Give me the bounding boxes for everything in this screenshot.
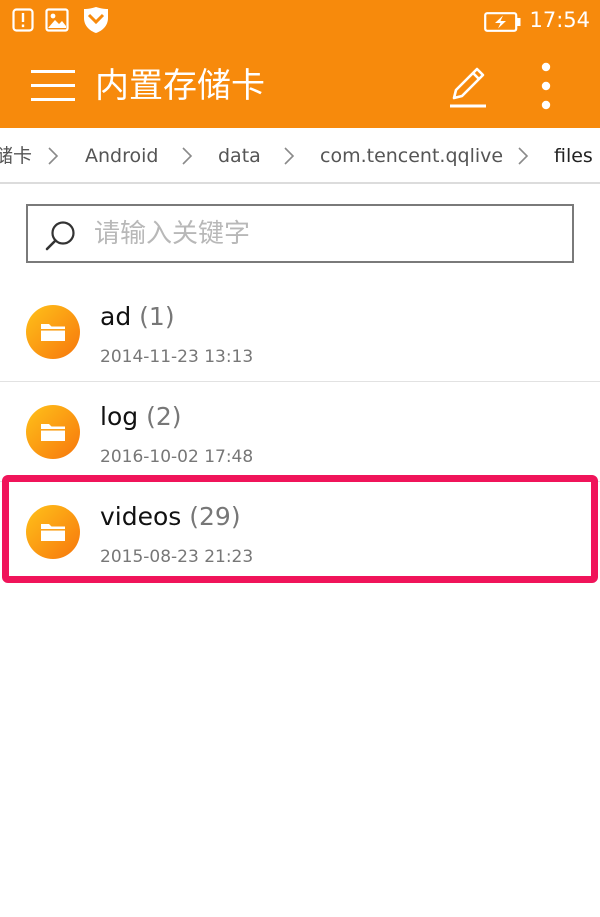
list-item[interactable]: ad (1) 2014-11-23 13:13	[0, 282, 600, 382]
folder-icon	[26, 305, 80, 359]
file-count: (2)	[146, 402, 182, 431]
breadcrumb-item-data[interactable]: data	[218, 144, 261, 168]
chevron-right-icon	[48, 147, 59, 165]
file-date: 2014-11-23 13:13	[100, 347, 254, 367]
chevron-right-icon	[518, 147, 529, 165]
file-count: (29)	[189, 502, 241, 531]
file-name: videos	[100, 502, 182, 531]
breadcrumb-item-package[interactable]: com.tencent.qqlive	[320, 144, 503, 168]
battery-charging-icon	[484, 12, 521, 32]
app-bar: 内置存储卡	[0, 44, 600, 128]
menu-button[interactable]	[24, 64, 80, 108]
menu-icon	[31, 70, 75, 101]
folder-icon	[26, 405, 80, 459]
search-icon	[45, 221, 75, 251]
file-name-row: log (2)	[100, 402, 182, 432]
breadcrumb-item-storage[interactable]: 储卡	[0, 144, 32, 168]
list-item[interactable]: videos (29) 2015-08-23 21:23	[0, 482, 600, 582]
search-input[interactable]	[94, 214, 554, 254]
search-box[interactable]	[26, 204, 574, 263]
status-bar: 17:54	[0, 0, 600, 44]
file-date: 2015-08-23 21:23	[100, 547, 254, 567]
edit-icon	[450, 67, 486, 108]
file-name: log	[100, 402, 139, 431]
image-icon	[45, 8, 69, 32]
breadcrumb-item-files[interactable]: files	[554, 144, 593, 168]
chevron-right-icon	[284, 147, 295, 165]
edit-button[interactable]	[446, 62, 490, 110]
breadcrumb: 储卡 Android data com.tencent.qqlive files	[0, 128, 600, 184]
file-name-row: videos (29)	[100, 502, 241, 532]
folder-icon	[26, 505, 80, 559]
breadcrumb-item-android[interactable]: Android	[85, 144, 158, 168]
file-count: (1)	[139, 302, 175, 331]
alert-icon	[12, 8, 34, 32]
more-vert-icon	[541, 62, 551, 110]
list-item[interactable]: log (2) 2016-10-02 17:48	[0, 382, 600, 482]
shield-icon	[84, 7, 108, 33]
file-name-row: ad (1)	[100, 302, 175, 332]
chevron-right-icon	[182, 147, 193, 165]
file-name: ad	[100, 302, 132, 331]
page-title: 内置存储卡	[95, 66, 265, 106]
file-date: 2016-10-02 17:48	[100, 447, 254, 467]
status-time: 17:54	[529, 8, 590, 32]
more-options-button[interactable]	[528, 58, 564, 114]
